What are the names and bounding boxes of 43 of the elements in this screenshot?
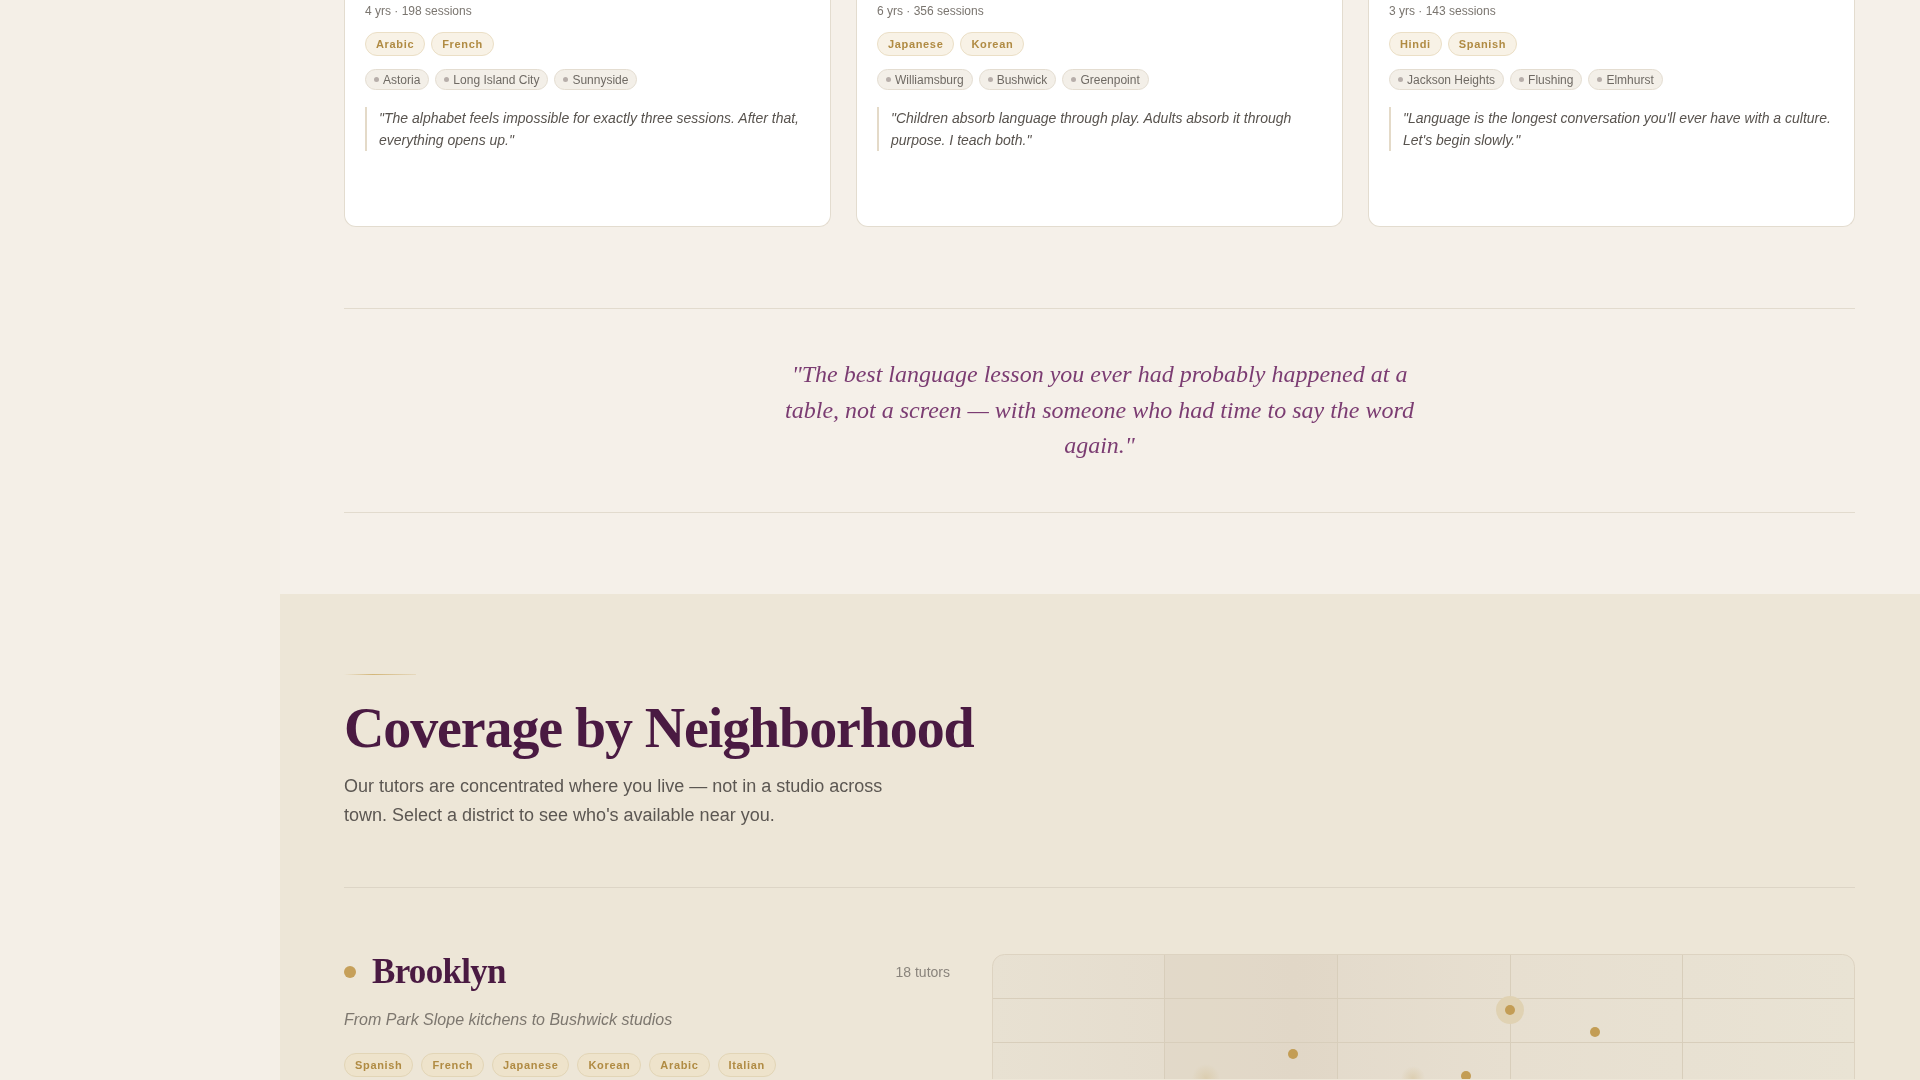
tutor-stats: 6 yrs · 356 sessions xyxy=(877,3,984,19)
neighborhood-name: Elmhurst xyxy=(1606,72,1654,87)
district-tagline: From Park Slope kitchens to Bushwick studios xyxy=(344,1010,673,1031)
neighborhood-name: Astoria xyxy=(383,72,421,87)
tutor-stats: 4 yrs · 198 sessions xyxy=(365,3,472,19)
dot-icon xyxy=(987,77,993,82)
tutor-count: 18 tutors xyxy=(895,964,950,981)
tutor-quote: "Children absorb language through play. Adults absorb it through purpose. I teach both." xyxy=(877,107,1322,151)
dot-icon xyxy=(1519,77,1525,82)
tutor-quote: "Language is the longest conversation you'll ever have with a culture. Let's begin slowly." xyxy=(1389,107,1834,151)
neighborhood-name: Williamsburg xyxy=(895,72,964,87)
dot-icon xyxy=(1071,77,1077,82)
dot-icon xyxy=(1398,77,1403,82)
dot-icon xyxy=(563,77,569,82)
language-tag: Arabic xyxy=(365,32,426,56)
language-tag: Japanese xyxy=(492,1053,570,1078)
dot-icon xyxy=(886,77,891,82)
language-tag: French xyxy=(421,1053,485,1078)
section-heading: Coverage by Neighborhood xyxy=(344,697,975,760)
pull-quote: "The best language lesson you ever had probably happened at a table, not a screen — with someone who had time to say the word again." xyxy=(784,360,1415,460)
neighborhood-name: Bushwick xyxy=(996,72,1048,87)
language-tag: Italian xyxy=(717,1053,776,1078)
section-intro: Our tutors are concentrated where you live — not in a studio across town. Select a district to see who's available near you. xyxy=(344,775,884,828)
language-tag: Japanese xyxy=(877,32,955,56)
neighborhood-name: Sunnyside xyxy=(572,72,629,87)
dot-icon xyxy=(444,77,450,82)
tutor-stats: 3 yrs · 143 sessions xyxy=(1389,3,1496,19)
language-tag: Hindi xyxy=(1389,32,1442,56)
tutor-quote: "The alphabet feels impossible for exactly three sessions. After that, everything opens up." xyxy=(365,107,810,151)
language-tag: Spanish xyxy=(1447,32,1518,56)
neighborhood-name: Jackson Heights xyxy=(1407,72,1496,87)
neighborhood-name: Greenpoint xyxy=(1080,72,1140,87)
language-tag: Korean xyxy=(960,32,1025,56)
neighborhood-name: Flushing xyxy=(1528,72,1574,87)
language-tag: Korean xyxy=(577,1053,642,1078)
district-name[interactable]: Brooklyn xyxy=(372,951,506,994)
language-tag: Arabic xyxy=(649,1053,710,1078)
bullet-dot-icon xyxy=(344,966,356,979)
dot-icon xyxy=(374,77,379,82)
language-tag: French xyxy=(431,32,494,56)
dot-icon xyxy=(1597,77,1603,82)
language-tag: Spanish xyxy=(344,1053,414,1078)
neighborhood-name: Long Island City xyxy=(453,72,540,87)
